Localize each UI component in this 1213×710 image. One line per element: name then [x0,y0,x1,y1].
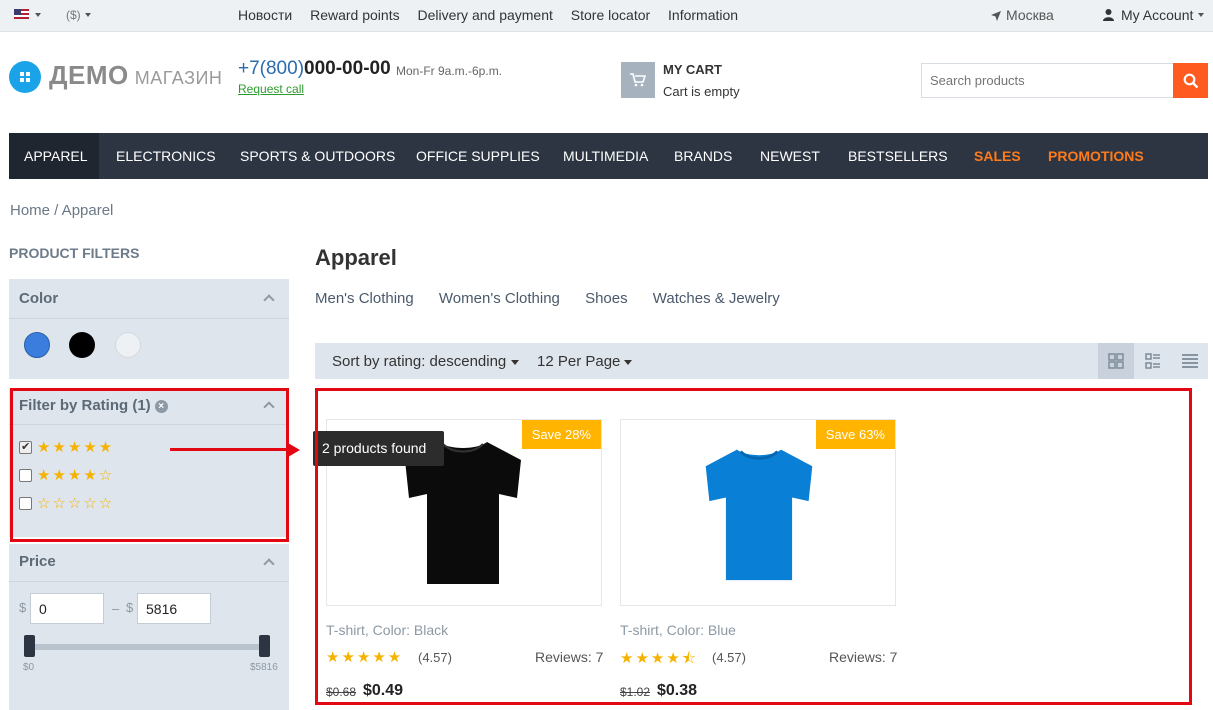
top-nav-news[interactable]: Новости [238,7,292,23]
price-range-min-label: $0 [23,662,35,673]
grid-icon [1108,353,1124,369]
grid-view-button[interactable] [1098,343,1134,379]
divider [9,581,289,582]
list-view-button[interactable] [1135,343,1171,379]
logo-main-text: ДЕМО [49,60,129,90]
nav-apparel[interactable]: APPAREL [9,133,99,179]
phone-number: +7(800)000-00-00 [238,58,391,80]
search-button[interactable] [1173,63,1208,98]
phone-hours: Mon-Fr 9a.m.-6p.m. [396,64,503,78]
cart-icon[interactable] [621,62,655,98]
my-account-menu[interactable]: My Account [1121,7,1193,23]
currency-selector[interactable]: ($) [66,8,81,22]
annotation-arrow [170,448,290,451]
currency-symbol: $ [19,600,27,615]
color-filter-title[interactable]: Color [19,290,58,307]
logo-sub-text: МАГАЗИН [134,68,223,88]
price-range-max-label: $5816 [250,662,278,673]
nav-sales[interactable]: SALES [974,133,1021,179]
chevron-down-icon[interactable] [1198,13,1204,17]
top-nav-store-locator[interactable]: Store locator [571,7,650,23]
nav-electronics[interactable]: ELECTRONICS [116,133,216,179]
nav-brands[interactable]: BRANDS [674,133,732,179]
subcategory-womens-clothing[interactable]: Women's Clothing [439,290,560,307]
location-arrow-icon [991,11,1001,21]
chevron-down-icon[interactable] [511,360,519,365]
city-selector[interactable]: Москва [1006,7,1054,23]
subcategory-shoes[interactable]: Shoes [585,290,628,307]
breadcrumb[interactable]: Home / Apparel [10,202,113,219]
subcategory-links: Men's Clothing Women's Clothing Shoes Wa… [315,290,801,307]
nav-promotions[interactable]: PROMOTIONS [1048,133,1144,179]
logo[interactable]: ДЕМО МАГАЗИН [49,60,222,91]
price-slider-max-handle[interactable] [259,635,270,657]
search-icon [1183,73,1198,88]
compact-view-button[interactable] [1172,343,1208,379]
subcategory-mens-clothing[interactable]: Men's Clothing [315,290,414,307]
color-swatch-black[interactable] [69,332,95,358]
chevron-down-icon[interactable] [624,360,632,365]
request-call-link[interactable]: Request call [238,82,304,96]
per-page-dropdown[interactable]: 12 Per Page [537,353,620,370]
us-flag-icon[interactable] [14,9,29,19]
logo-icon[interactable] [9,61,41,93]
nav-sports-outdoors[interactable]: SPORTS & OUTDOORS [240,133,395,179]
highlight-box-rating-filter [10,388,289,542]
price-min-input[interactable] [30,593,104,624]
chevron-down-icon[interactable] [35,13,41,17]
color-swatch-blue[interactable] [24,332,50,358]
cart-status: Cart is empty [663,84,740,99]
annotation-arrow-head [288,443,300,457]
user-icon [1103,9,1114,21]
nav-multimedia[interactable]: MULTIMEDIA [563,133,648,179]
product-filters-title: PRODUCT FILTERS [9,245,140,261]
range-dash: – [112,601,120,616]
sort-dropdown[interactable]: Sort by rating: descending [332,353,506,370]
page-title: Apparel [315,245,397,270]
top-nav: Новости Reward points Delivery and payme… [238,7,752,23]
divider [9,318,289,319]
sort-toolbar: Sort by rating: descending 12 Per Page [315,343,1208,379]
list-grid-icon [1145,353,1160,369]
highlight-box-products [315,388,1192,705]
cart-title[interactable]: MY CART [663,62,722,77]
nav-newest[interactable]: NEWEST [760,133,820,179]
top-nav-reward-points[interactable]: Reward points [310,7,400,23]
price-max-input[interactable] [137,593,211,624]
color-swatch-white[interactable] [115,332,141,358]
phone-prefix: +7(800) [238,58,305,79]
price-filter-title[interactable]: Price [19,553,56,570]
top-bar: ($) Новости Reward points Delivery and p… [0,0,1213,32]
nav-office-supplies[interactable]: OFFICE SUPPLIES [416,133,540,179]
subcategory-watches-jewelry[interactable]: Watches & Jewelry [653,290,780,307]
menu-lines-icon [1182,354,1198,368]
price-slider-min-handle[interactable] [24,635,35,657]
nav-bestsellers[interactable]: BESTSELLERS [848,133,948,179]
top-nav-delivery[interactable]: Delivery and payment [417,7,552,23]
currency-symbol: $ [126,600,134,615]
phone-digits: 000-00-00 [304,58,391,79]
chevron-down-icon[interactable] [85,13,91,17]
top-nav-information[interactable]: Information [668,7,738,23]
price-slider-track[interactable] [29,644,265,650]
search-input[interactable] [921,63,1173,98]
main-nav: APPAREL ELECTRONICS SPORTS & OUTDOORS OF… [9,133,1208,179]
